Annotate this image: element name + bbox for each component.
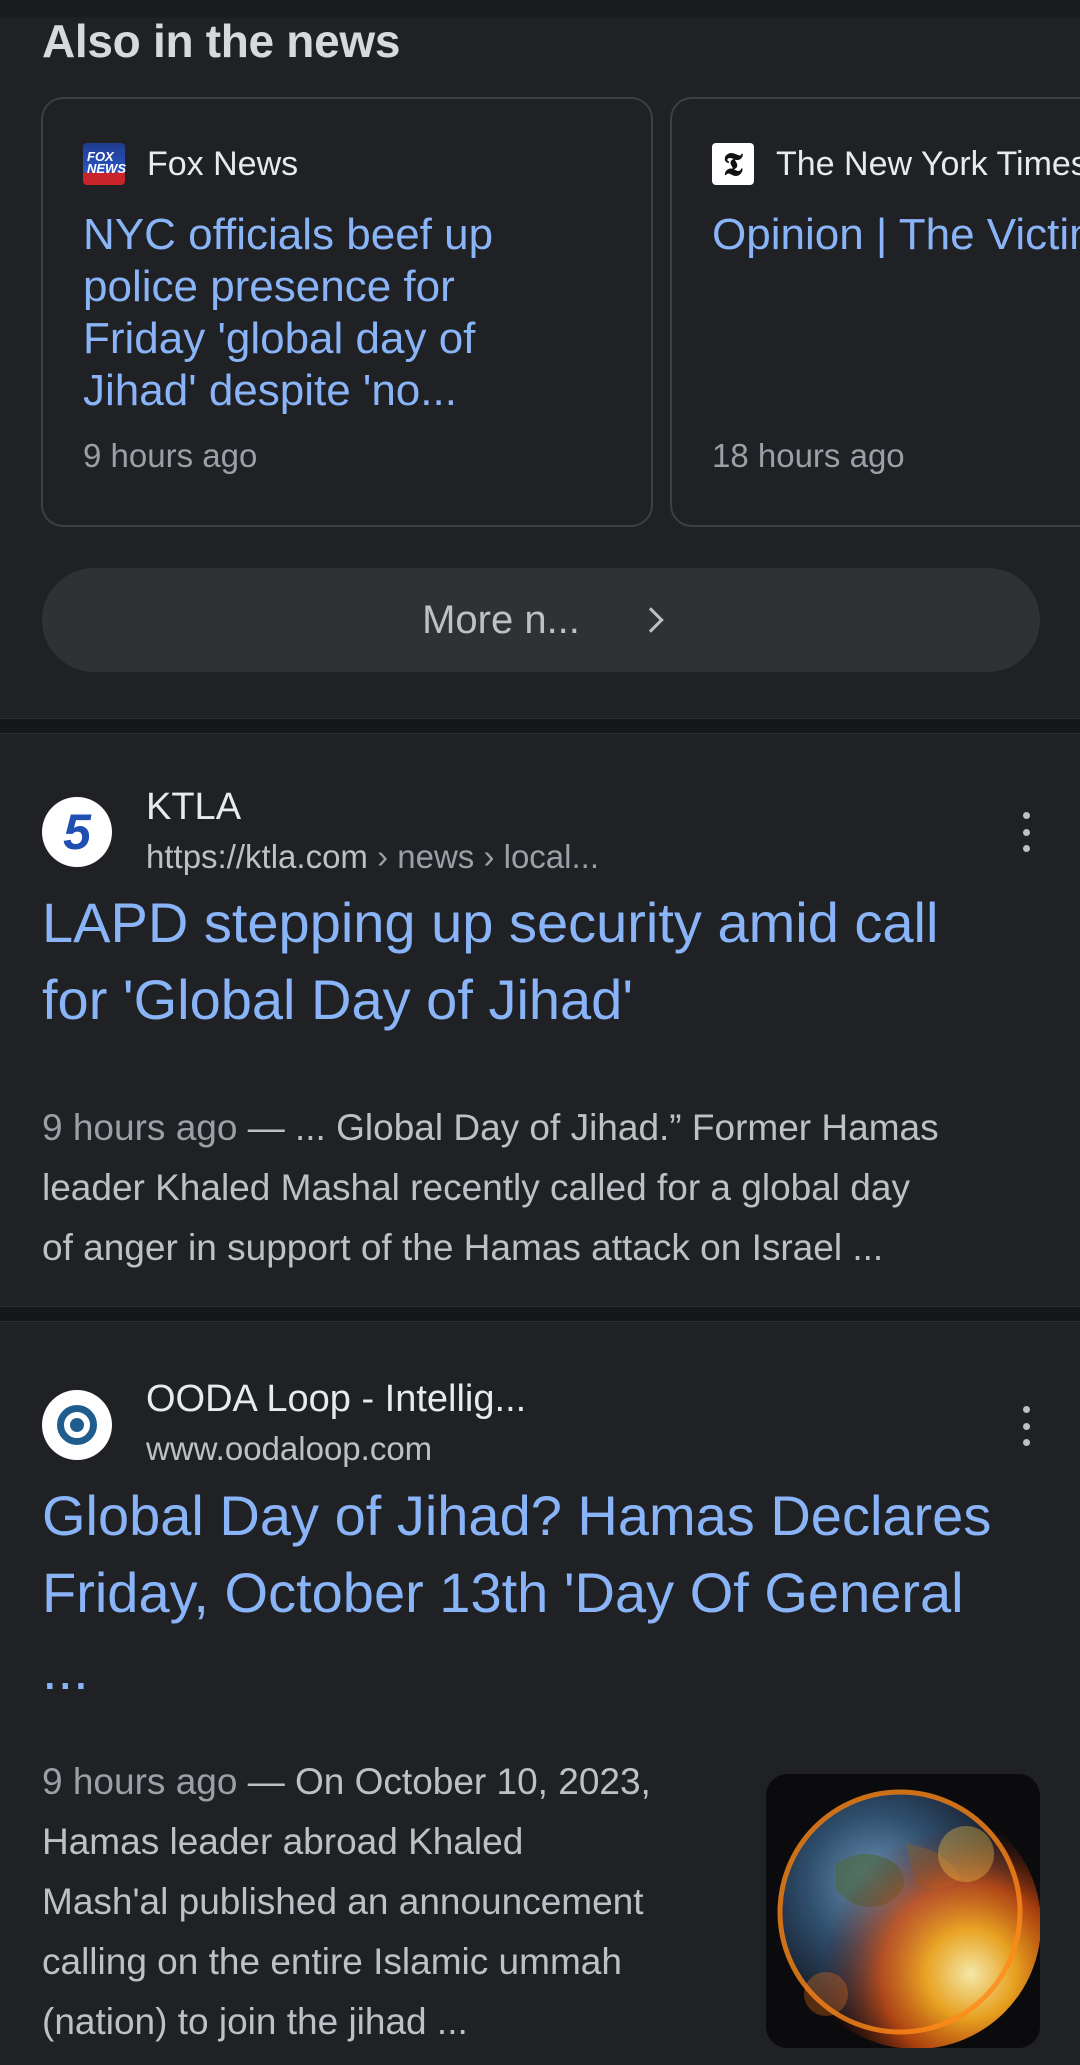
result-title-link[interactable]: Global Day of Jihad? Hamas Declares Frid… xyxy=(42,1477,1052,1708)
result-snippet: 9 hours ago — ... Global Day of Jihad.” … xyxy=(42,1098,1052,1278)
burning-earth-image xyxy=(766,1774,1040,2048)
site-name[interactable]: OODA Loop - Intellig... xyxy=(146,1378,526,1421)
card-source: FOX NEWS Fox News xyxy=(83,141,298,187)
more-news-label: More n... xyxy=(422,597,580,642)
card-source: 𝕿 The New York Times xyxy=(712,141,1080,187)
url-domain: https://ktla.com xyxy=(146,838,368,875)
url-path: › news › local... xyxy=(367,838,599,875)
search-result-ktla: 5 KTLA https://ktla.com › news › local..… xyxy=(0,734,1080,1306)
site-name[interactable]: KTLA xyxy=(146,786,241,829)
snippet-time: 9 hours ago xyxy=(42,1761,238,1802)
nyt-logo-icon: 𝕿 xyxy=(712,143,754,185)
chevron-right-icon xyxy=(638,607,664,633)
snippet-time: 9 hours ago xyxy=(42,1107,238,1148)
fox-news-logo-icon: FOX NEWS xyxy=(83,143,126,185)
card-source-name: The New York Times xyxy=(776,144,1080,183)
news-card-fox[interactable]: FOX NEWS Fox News NYC officials beef up p… xyxy=(41,97,653,527)
ooda-favicon-icon[interactable] xyxy=(42,1390,112,1460)
card-headline[interactable]: Opinion | The Victims of the Israel-Hama… xyxy=(712,209,1080,261)
section-divider xyxy=(0,718,1080,734)
card-time: 18 hours ago xyxy=(712,437,905,474)
result-thumbnail-image[interactable] xyxy=(766,1774,1040,2048)
snippet-text: — On October 10, 2023, Hamas leader abro… xyxy=(42,1761,651,2042)
also-in-news-section: Also in the news FOX NEWS Fox News NYC of… xyxy=(0,0,1080,718)
search-results-page: Also in the news FOX NEWS Fox News NYC of… xyxy=(0,0,1080,2065)
news-card-nyt[interactable]: 𝕿 The New York Times Opinion | The Victi… xyxy=(670,97,1080,527)
more-options-icon[interactable] xyxy=(1018,812,1034,852)
card-source-name: Fox News xyxy=(147,144,299,183)
more-news-button[interactable]: More n... xyxy=(42,568,1040,672)
card-headline[interactable]: NYC officials beef up police presence fo… xyxy=(83,209,623,417)
result-title-link[interactable]: LAPD stepping up security amid call for … xyxy=(42,884,1052,1038)
section-title: Also in the news xyxy=(42,15,401,67)
search-result-ooda: OODA Loop - Intellig... www.oodaloop.com… xyxy=(0,1322,1080,2065)
ktla-favicon-icon[interactable]: 5 xyxy=(42,797,112,867)
section-divider xyxy=(0,1306,1080,1322)
site-url[interactable]: https://ktla.com › news › local... xyxy=(146,838,599,876)
site-url[interactable]: www.oodaloop.com xyxy=(146,1430,432,1468)
more-options-icon[interactable] xyxy=(1018,1406,1034,1446)
card-time: 9 hours ago xyxy=(83,437,258,474)
result-snippet: 9 hours ago — On October 10, 2023, Hamas… xyxy=(42,1752,742,2052)
